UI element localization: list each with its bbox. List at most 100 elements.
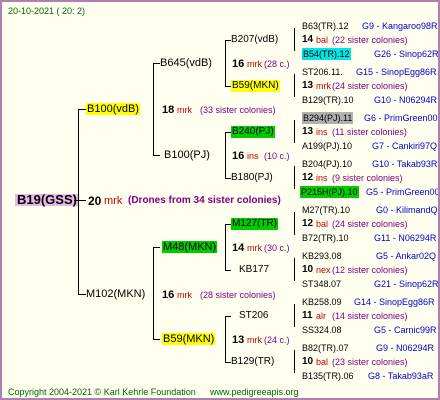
connector (294, 166, 295, 189)
connector (74, 200, 86, 201)
ggp-count: 14 (302, 34, 314, 45)
dam-note: (28 sister colonies) (200, 290, 276, 300)
dam-count: 16 (162, 289, 175, 301)
leaf-queen[interactable]: KB293.08 (302, 250, 342, 262)
ggp-mark: bal (316, 35, 329, 45)
leaf-queen[interactable]: B294(PJ).11 (302, 112, 354, 124)
connector (225, 316, 226, 362)
leaf-queen[interactable]: B129(TR).10 (302, 94, 354, 106)
connector (294, 74, 295, 97)
grandparent-mark: mrk (247, 335, 262, 345)
leaf-queen[interactable]: B54(TR).12 (302, 48, 351, 60)
connector (294, 350, 295, 373)
leaf-origin: G0 - KilimandQ (376, 205, 438, 215)
ggp-queen[interactable]: B129(TR) (231, 356, 274, 368)
leaf-origin: G9 - Kangaroo98R (362, 21, 438, 31)
grandparent-queen[interactable]: B59(MKN) (162, 333, 216, 345)
grandparent-note: (10 c.) (264, 151, 290, 161)
grandparent-queen[interactable]: M48(MKN) (162, 241, 218, 253)
leaf-origin: G7 - Cankiri97Q (372, 141, 438, 151)
leaf-queen[interactable]: M27(TR).10 (302, 204, 350, 216)
ggp-count: 10 (302, 264, 314, 275)
ggp-note: (11 sister colonies) (332, 127, 407, 137)
leaf-queen[interactable]: B72(TR).10 (302, 232, 349, 244)
leaf-origin: G10 - N06294R (374, 95, 438, 105)
ggp-note: (24 sister colonies) (332, 219, 408, 229)
ggp-queen[interactable]: B240(PJ) (231, 126, 275, 138)
leaf-queen[interactable]: B204(PJ).10 (302, 158, 352, 170)
connector (294, 258, 295, 281)
connector (153, 247, 154, 339)
dam-mark: mrk (177, 290, 192, 300)
grandparent-note: (24 c.) (264, 335, 290, 345)
copyright-text: Copyright 2004-2021 © Karl Kehrle Founda… (8, 387, 196, 397)
ggp-queen[interactable]: B59(MKN) (231, 80, 280, 92)
leaf-queen[interactable]: P215H(PJ).10 (300, 186, 359, 198)
connector (225, 270, 231, 271)
ggp-note: (14 sister colonies) (332, 311, 408, 321)
ggp-count: 12 (302, 172, 314, 183)
ggp-mark: nex (316, 265, 331, 275)
leaf-queen[interactable]: B135(TR).06 (302, 370, 354, 382)
sire-note: (33 sister colonies) (200, 105, 276, 115)
ggp-note: (23 sister colonies) (332, 357, 408, 367)
grandparent-note: (28 c.) (264, 59, 290, 69)
grandparent-count: 13 (232, 334, 245, 346)
leaf-queen[interactable]: ST206.11. (302, 66, 343, 78)
ggp-note: (24 sister colonies) (332, 81, 408, 91)
leaf-origin: G5 - Ankar02Q (376, 251, 437, 261)
connector (153, 339, 160, 340)
ggp-count: 10 (302, 356, 314, 367)
grandparent-queen[interactable]: B100(PJ) (164, 149, 210, 161)
leaf-queen[interactable]: B63(TR).12 (302, 20, 349, 32)
ggp-mark: bal (316, 219, 329, 229)
leaf-origin: G15 - SinopEgg86R (356, 67, 437, 77)
leaf-origin: G5 - PrimGreen00 (366, 187, 440, 197)
grandparent-count: 16 (232, 150, 245, 162)
leaf-origin: G14 - SinopEgg86R (354, 297, 435, 307)
leaf-origin: G6 - PrimGreen00 (364, 113, 438, 123)
connector (294, 120, 295, 143)
site-link[interactable]: www.pedigreeapis.org (210, 386, 299, 398)
ggp-queen[interactable]: B180(PJ) (231, 172, 273, 184)
connector (294, 304, 295, 327)
ggp-mark: alr (316, 311, 327, 321)
connector (225, 132, 226, 178)
connector (78, 109, 79, 294)
root-queen[interactable]: B19(GSS) (15, 193, 79, 206)
connector (153, 155, 160, 156)
leaf-queen[interactable]: SS324.08 (302, 324, 342, 336)
ggp-count: 11 (302, 310, 313, 321)
leaf-queen[interactable]: KB258.09 (302, 296, 342, 308)
root-count: 20 (88, 194, 102, 208)
ggp-queen[interactable]: M127(TR) (231, 218, 279, 230)
leaf-origin: G11 - N06294R (374, 233, 437, 243)
leaf-queen[interactable]: A199(PJ).10 (302, 140, 352, 152)
connector (294, 28, 295, 51)
connector (294, 212, 295, 235)
grandparent-mark: mrk (247, 243, 262, 253)
dam-queen[interactable]: M102(MKN) (86, 288, 145, 300)
leaf-origin: G5 - Carnic99R (374, 325, 437, 335)
ggp-queen[interactable]: KB177 (239, 264, 269, 276)
ggp-queen[interactable]: ST206 (239, 310, 268, 322)
leaf-queen[interactable]: ST348.07 (302, 278, 341, 290)
ggp-note: (22 sister colonies) (332, 35, 408, 45)
connector (153, 63, 160, 64)
ggp-queen[interactable]: B207(vdB) (231, 34, 278, 46)
ggp-note: (12 sister colonies) (332, 265, 408, 275)
sire-mark: mrk (177, 105, 192, 115)
sire-queen[interactable]: B100(vdB) (86, 103, 140, 115)
grandparent-count: 14 (232, 242, 245, 254)
sire-count: 18 (162, 104, 175, 116)
grandparent-queen[interactable]: B645(vdB) (160, 57, 212, 69)
connector (225, 316, 231, 317)
grandparent-mark: mrk (247, 59, 262, 69)
connector (225, 40, 226, 86)
root-note: (Drones from 34 sister colonies) (128, 195, 281, 206)
ggp-mark: bal (316, 357, 329, 367)
leaf-queen[interactable]: B82(TR).07 (302, 342, 349, 354)
grandparent-count: 16 (232, 58, 245, 70)
root-mark: mrk (104, 195, 123, 207)
ggp-mark: ins (316, 173, 328, 183)
